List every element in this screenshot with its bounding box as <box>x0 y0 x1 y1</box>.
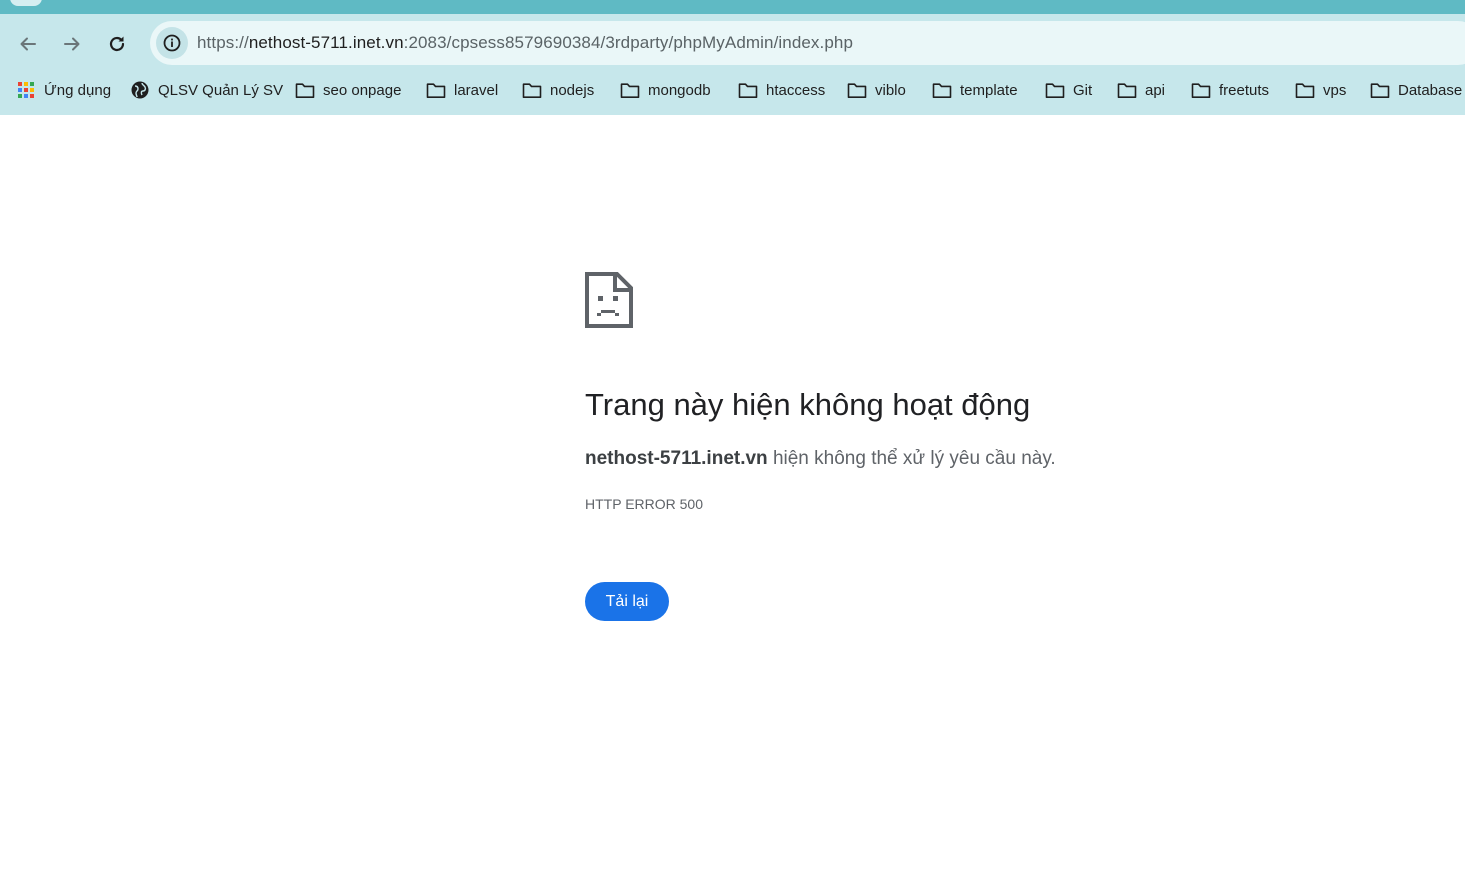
bookmarks-bar: Ứng dụng QLSV Quản Lý SV seo onpage lara… <box>0 75 1465 105</box>
bookmark-label: freetuts <box>1219 81 1270 99</box>
refresh-icon <box>109 36 125 52</box>
error-title: Trang này hiện không hoạt động <box>585 387 1031 422</box>
bookmark-folder-git[interactable]: Git <box>1045 75 1092 105</box>
bookmark-label: vps <box>1323 81 1347 99</box>
bookmark-folder-htaccess[interactable]: htaccess <box>738 75 825 105</box>
arrow-right-icon <box>64 37 80 51</box>
folder-icon <box>522 80 542 100</box>
bookmark-folder-template[interactable]: template <box>932 75 1018 105</box>
bookmark-label: laravel <box>454 81 499 99</box>
bookmark-label: Database <box>1398 81 1463 99</box>
tab[interactable] <box>10 0 42 6</box>
site-info-button[interactable] <box>156 27 188 59</box>
url-scheme: https:// <box>197 33 249 52</box>
folder-icon <box>738 80 758 100</box>
bookmark-apps[interactable]: Ứng dụng <box>16 75 111 105</box>
bookmark-folder-viblo[interactable]: viblo <box>847 75 906 105</box>
bookmark-label: seo onpage <box>323 81 402 99</box>
folder-icon <box>932 80 952 100</box>
globe-icon <box>130 80 150 100</box>
bookmark-folder-laravel[interactable]: laravel <box>426 75 498 105</box>
url-text[interactable]: https://nethost-5711.inet.vn:2083/cpsess… <box>197 33 853 53</box>
browser-toolbar: https://nethost-5711.inet.vn:2083/cpsess… <box>0 14 1465 115</box>
bookmark-folder-database[interactable]: Database <box>1370 75 1462 105</box>
url-host: nethost-5711.inet.vn <box>248 33 404 52</box>
apps-grid-icon <box>16 80 36 100</box>
arrow-left-icon <box>20 37 36 51</box>
bookmark-folder-api[interactable]: api <box>1117 75 1165 105</box>
bookmark-label: api <box>1145 81 1166 99</box>
bookmark-label: mongodb <box>648 81 711 99</box>
error-code: HTTP ERROR 500 <box>585 496 703 512</box>
folder-icon <box>426 80 446 100</box>
forward-button[interactable] <box>56 28 88 60</box>
error-message: hiện không thể xử lý yêu cầu này. <box>767 448 1056 469</box>
url-path: :2083/cpsess8579690384/3rdparty/phpMyAdm… <box>403 33 854 52</box>
tab-strip <box>0 0 1465 14</box>
address-bar[interactable]: https://nethost-5711.inet.vn:2083/cpsess… <box>150 21 1465 65</box>
info-icon <box>163 34 181 52</box>
folder-icon <box>1295 80 1315 100</box>
error-page: Trang này hiện không hoạt động nethost-5… <box>585 272 1285 621</box>
bookmark-label: Git <box>1073 81 1093 99</box>
folder-icon <box>620 80 640 100</box>
bookmark-label: template <box>960 81 1018 99</box>
back-button[interactable] <box>12 28 44 60</box>
error-description: nethost-5711.inet.vn hiện không thể xử l… <box>585 448 1056 470</box>
bookmark-label: Ứng dụng <box>44 81 112 99</box>
bookmark-label: QLSV Quản Lý SV <box>158 81 284 99</box>
folder-icon <box>295 80 315 100</box>
reload-button[interactable]: Tải lại <box>585 582 669 621</box>
folder-icon <box>1117 80 1137 100</box>
folder-icon <box>1191 80 1211 100</box>
folder-icon <box>1045 80 1065 100</box>
bookmark-folder-freetuts[interactable]: freetuts <box>1191 75 1269 105</box>
bookmark-label: htaccess <box>766 81 826 99</box>
bookmark-folder-nodejs[interactable]: nodejs <box>522 75 594 105</box>
bookmark-folder-seo-onpage[interactable]: seo onpage <box>295 75 401 105</box>
bookmark-label: nodejs <box>550 81 595 99</box>
bookmark-folder-vps[interactable]: vps <box>1295 75 1346 105</box>
folder-icon <box>847 80 867 100</box>
error-host: nethost-5711.inet.vn <box>585 448 768 469</box>
folder-icon <box>1370 80 1390 100</box>
bookmark-qlsv[interactable]: QLSV Quản Lý SV <box>130 75 283 105</box>
reload-browser-button[interactable] <box>101 28 133 60</box>
bookmark-folder-mongodb[interactable]: mongodb <box>620 75 711 105</box>
bookmark-label: viblo <box>875 81 906 99</box>
sad-page-icon <box>585 272 633 328</box>
